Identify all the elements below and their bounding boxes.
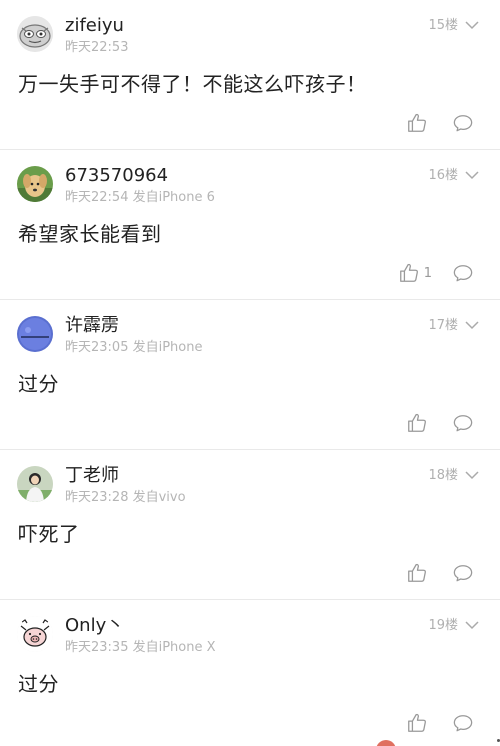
- floor-number: 15楼: [428, 18, 458, 33]
- comment-list: zifeiyu 昨天22:53 15楼 万一失手可不得了！不能这么吓孩子！ 67…: [0, 0, 500, 746]
- comment-meta: 昨天22:53: [65, 40, 129, 55]
- like-button[interactable]: [406, 712, 432, 734]
- comment-actions: 1: [398, 260, 474, 286]
- comment-actions: [406, 560, 474, 586]
- username[interactable]: 673570964: [65, 165, 168, 187]
- thumbs-up-icon: [408, 113, 426, 132]
- avatar[interactable]: [17, 166, 53, 202]
- avatar[interactable]: [17, 16, 53, 52]
- reply-button[interactable]: [452, 563, 474, 583]
- comment-content: 万一失手可不得了！不能这么吓孩子！: [18, 72, 367, 96]
- floor-number: 17楼: [428, 318, 458, 333]
- like-count: 1: [423, 265, 432, 281]
- speech-bubble-icon: [453, 565, 473, 582]
- floor-number: 16楼: [428, 168, 458, 183]
- chevron-down-icon[interactable]: [464, 19, 480, 31]
- chevron-down-icon[interactable]: [464, 319, 480, 331]
- comment-meta: 昨天22:54 发自iPhone 6: [65, 190, 215, 205]
- avatar[interactable]: [17, 316, 53, 352]
- comment-meta: 昨天23:05 发自iPhone: [65, 340, 203, 355]
- like-button[interactable]: [406, 562, 432, 584]
- like-button[interactable]: 1: [398, 262, 432, 284]
- blue-planet-avatar-icon: [17, 316, 53, 352]
- robot-avatar-icon: [17, 16, 53, 52]
- comment-item: 许霹雳 昨天23:05 发自iPhone 17楼 过分: [0, 300, 500, 450]
- comment-content: 希望家长能看到: [18, 222, 162, 246]
- comment-item: zifeiyu 昨天22:53 15楼 万一失手可不得了！不能这么吓孩子！: [0, 0, 500, 150]
- speech-bubble-icon: [453, 115, 473, 132]
- thumbs-up-icon: [408, 563, 426, 582]
- chevron-down-icon[interactable]: [464, 619, 480, 631]
- thumbs-up-icon: [408, 413, 426, 432]
- reply-button[interactable]: [452, 413, 474, 433]
- speech-bubble-icon: [453, 715, 473, 732]
- thumbs-up-icon: [399, 263, 418, 282]
- comment-meta: 昨天23:35 发自iPhone X: [65, 640, 216, 655]
- chevron-down-icon[interactable]: [464, 169, 480, 181]
- pig-cartoon-avatar-icon: [17, 616, 53, 652]
- speech-bubble-icon: [453, 265, 473, 282]
- comment-content: 过分: [18, 672, 59, 696]
- reply-button[interactable]: [452, 113, 474, 133]
- dog-avatar-icon: [17, 166, 53, 202]
- comment-content: 吓死了: [18, 522, 80, 546]
- comment-item: 丁老师 昨天23:28 发自vivo 18楼 吓死了: [0, 450, 500, 600]
- comment-meta: 昨天23:28 发自vivo: [65, 490, 186, 505]
- comment-item: Only丶 昨天23:35 发自iPhone X 19楼 过分: [0, 600, 500, 746]
- reply-button[interactable]: [452, 713, 474, 733]
- floor-number: 19楼: [428, 618, 458, 633]
- person-photo-avatar-icon: [17, 466, 53, 502]
- chevron-down-icon[interactable]: [464, 469, 480, 481]
- comment-item: 673570964 昨天22:54 发自iPhone 6 16楼 希望家长能看到…: [0, 150, 500, 300]
- like-button[interactable]: [406, 112, 432, 134]
- comment-content: 过分: [18, 372, 59, 396]
- username[interactable]: 许霹雳: [65, 315, 119, 337]
- comment-actions: [406, 110, 474, 136]
- floor-number: 18楼: [428, 468, 458, 483]
- reply-button[interactable]: [452, 263, 474, 283]
- speech-bubble-icon: [453, 415, 473, 432]
- comment-actions: [406, 710, 474, 736]
- comment-actions: [406, 410, 474, 436]
- thumbs-up-icon: [408, 713, 426, 732]
- username[interactable]: Only丶: [65, 615, 124, 637]
- username[interactable]: zifeiyu: [65, 15, 124, 37]
- like-button[interactable]: [406, 412, 432, 434]
- avatar[interactable]: [17, 616, 53, 652]
- avatar[interactable]: [17, 466, 53, 502]
- username[interactable]: 丁老师: [65, 465, 119, 487]
